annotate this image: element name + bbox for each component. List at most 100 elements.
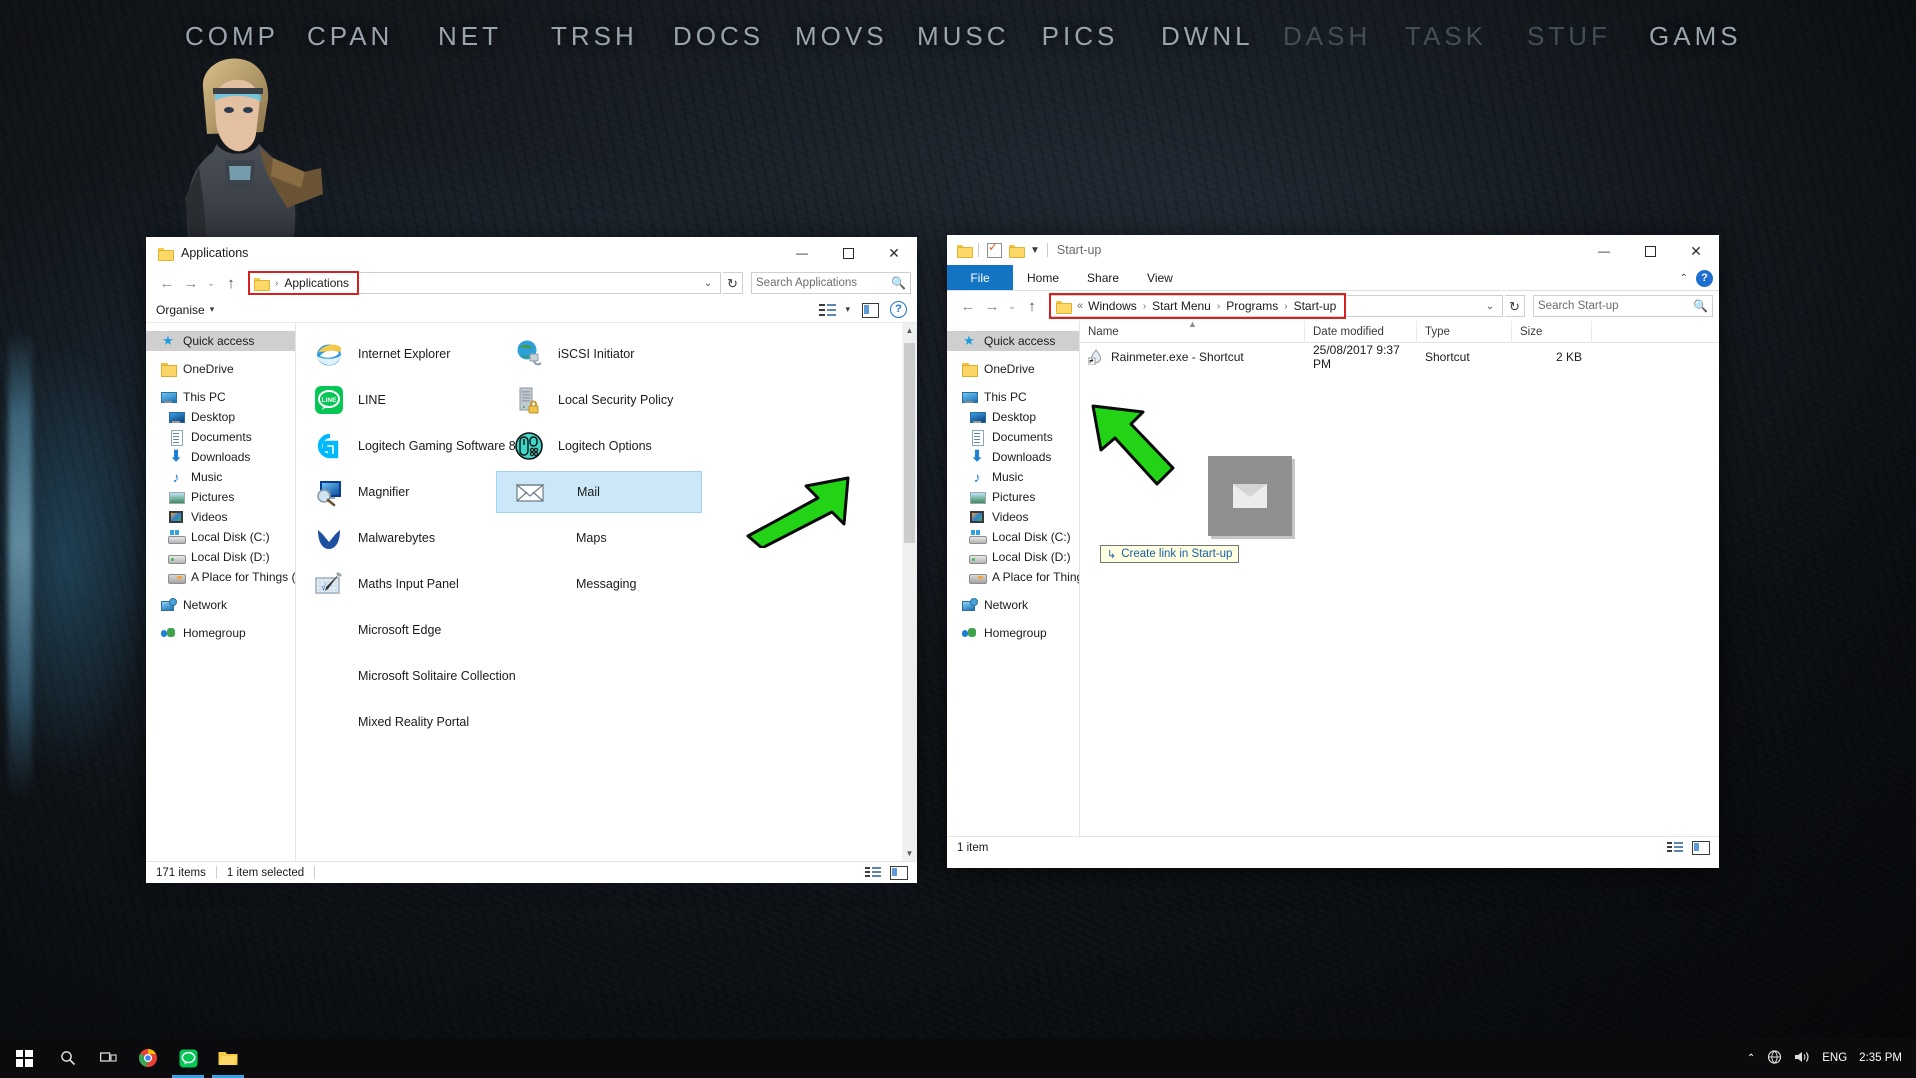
sidebar-item-pictures[interactable]: Pictures: [947, 487, 1079, 507]
app-item-messaging[interactable]: Messaging: [502, 565, 752, 603]
left-navigation-pane[interactable]: ★ Quick access OneDrive This PC Desktop …: [146, 323, 296, 861]
left-address-bar[interactable]: › Applications ⌄: [248, 271, 721, 295]
sidebar-item-network[interactable]: Network: [947, 595, 1079, 615]
right-search-box[interactable]: Search Start-up 🔍: [1533, 295, 1713, 317]
tab-file[interactable]: File: [947, 265, 1013, 290]
app-item-mail[interactable]: Mail: [496, 471, 702, 513]
ribbon-tab-bar[interactable]: File Home Share View ⌃ ?: [947, 265, 1719, 291]
breadcrumb-overflow-icon[interactable]: «: [1077, 300, 1083, 312]
table-row[interactable]: Rainmeter.exe - Shortcut 25/08/2017 9:37…: [1080, 343, 1719, 371]
refresh-button[interactable]: ↻: [1505, 295, 1525, 317]
column-header-date-modified[interactable]: Date modified: [1305, 321, 1417, 343]
right-navigation-pane[interactable]: ★ Quick access OneDrive This PC Desktop …: [947, 321, 1080, 836]
left-window-controls[interactable]: — ✕: [779, 237, 917, 269]
sidebar-item-downloads[interactable]: ⬇ Downloads: [146, 447, 295, 467]
left-window-titlebar[interactable]: Applications — ✕: [146, 237, 917, 269]
line-taskbar-button[interactable]: [168, 1038, 208, 1078]
forward-button[interactable]: →: [981, 295, 1003, 317]
language-indicator[interactable]: ENG: [1822, 1052, 1847, 1064]
right-address-row[interactable]: ← → ⌄ ↑ « Windows › Start Menu › Program…: [947, 291, 1719, 321]
sidebar-item-music[interactable]: ♪ Music: [947, 467, 1079, 487]
properties-icon[interactable]: [986, 240, 1002, 258]
organise-caret-icon[interactable]: ▾: [210, 304, 215, 315]
collapse-ribbon-icon[interactable]: ⌃: [1680, 273, 1688, 284]
chrome-taskbar-button[interactable]: [128, 1038, 168, 1078]
left-search-box[interactable]: Search Applications 🔍: [751, 272, 911, 294]
customize-caret-icon[interactable]: ▼: [1030, 245, 1040, 256]
help-button[interactable]: ?: [1696, 269, 1713, 287]
breadcrumb-startup[interactable]: Start-up: [1294, 299, 1337, 313]
app-item-microsoft-solitaire-collection[interactable]: Microsoft Solitaire Collection: [302, 657, 582, 695]
address-dropdown-icon[interactable]: ⌄: [1480, 301, 1500, 312]
tab-view[interactable]: View: [1133, 265, 1187, 290]
sidebar-item-videos[interactable]: Videos: [146, 507, 295, 527]
address-right-controls[interactable]: ⌄: [1480, 301, 1500, 312]
app-item-maps[interactable]: Maps: [502, 519, 752, 557]
sidebar-item-network[interactable]: Network: [146, 595, 295, 615]
address-right-controls[interactable]: ⌄: [698, 278, 718, 289]
app-item-iscsi-initiator[interactable]: iSCSI Initiator: [502, 335, 752, 373]
sidebar-item-local-disk-d[interactable]: Local Disk (D:): [146, 547, 295, 567]
sidebar-item-pictures[interactable]: Pictures: [146, 487, 295, 507]
file-list-header[interactable]: Name Date modified Type Size: [1080, 321, 1719, 343]
sidebar-item-homegroup[interactable]: Homegroup: [947, 623, 1079, 643]
preview-pane-icon[interactable]: [860, 302, 880, 318]
breadcrumb-start-menu[interactable]: Start Menu: [1152, 299, 1211, 313]
sidebar-item-onedrive[interactable]: OneDrive: [146, 359, 295, 379]
scrollbar-thumb[interactable]: [904, 343, 915, 543]
sidebar-item-this-pc[interactable]: This PC: [146, 387, 295, 407]
sidebar-item-documents[interactable]: Documents: [146, 427, 295, 447]
breadcrumb-programs[interactable]: Programs: [1226, 299, 1278, 313]
network-tray-icon[interactable]: [1767, 1049, 1782, 1067]
sidebar-item-local-disk-c[interactable]: Local Disk (C:): [947, 527, 1079, 547]
task-view-button[interactable]: [88, 1038, 128, 1078]
right-window-controls[interactable]: — ✕: [1581, 235, 1719, 267]
left-command-bar-right[interactable]: ▾ ?: [819, 301, 907, 318]
large-icons-view-button[interactable]: [1691, 840, 1710, 855]
search-button[interactable]: [48, 1038, 88, 1078]
sidebar-item-videos[interactable]: Videos: [947, 507, 1079, 527]
maximize-button[interactable]: [825, 237, 871, 269]
minimize-button[interactable]: —: [1581, 235, 1627, 267]
recent-locations-button[interactable]: ⌄: [204, 272, 218, 294]
sidebar-item-desktop[interactable]: Desktop: [146, 407, 295, 427]
right-window-titlebar[interactable]: ▼ Start-up — ✕: [947, 235, 1719, 265]
help-button[interactable]: ?: [890, 301, 907, 318]
up-button[interactable]: ↑: [1021, 295, 1043, 317]
ribbon-right-controls[interactable]: ⌃ ?: [1680, 265, 1713, 291]
app-item-local-security-policy[interactable]: Local Security Policy: [502, 381, 752, 419]
status-view-buttons[interactable]: [1667, 840, 1710, 855]
breadcrumb-windows[interactable]: Windows: [1088, 299, 1137, 313]
show-hidden-icons-button[interactable]: ⌃: [1747, 1053, 1755, 1064]
view-caret-icon[interactable]: ▾: [845, 304, 850, 315]
tab-share[interactable]: Share: [1073, 265, 1133, 290]
tab-home[interactable]: Home: [1013, 265, 1073, 290]
sidebar-item-onedrive[interactable]: OneDrive: [947, 359, 1079, 379]
sidebar-item-a-place-for-things[interactable]: A Place for Things (: [947, 567, 1079, 587]
minimize-button[interactable]: —: [779, 237, 825, 269]
left-address-row[interactable]: ← → ⌄ ↑ › Applications ⌄ ↻ Search Applic…: [146, 269, 917, 297]
sidebar-item-music[interactable]: ♪ Music: [146, 467, 295, 487]
sidebar-item-downloads[interactable]: ⬇ Downloads: [947, 447, 1079, 467]
address-dropdown-icon[interactable]: ⌄: [698, 278, 718, 289]
back-button[interactable]: ←: [957, 295, 979, 317]
sidebar-item-local-disk-d[interactable]: Local Disk (D:): [947, 547, 1079, 567]
close-button[interactable]: ✕: [1673, 235, 1719, 267]
right-address-bar[interactable]: « Windows › Start Menu › Programs › Star…: [1049, 293, 1503, 319]
scroll-up-button[interactable]: ▲: [902, 323, 917, 338]
column-header-type[interactable]: Type: [1417, 321, 1512, 343]
sidebar-item-this-pc[interactable]: This PC: [947, 387, 1079, 407]
new-folder-icon[interactable]: [1009, 244, 1025, 258]
sidebar-item-local-disk-c[interactable]: Local Disk (C:): [146, 527, 295, 547]
sidebar-item-a-place-for-things[interactable]: A Place for Things (: [146, 567, 295, 587]
large-icons-view-button[interactable]: [889, 865, 908, 880]
sidebar-item-homegroup[interactable]: Homegroup: [146, 623, 295, 643]
app-item-mixed-reality-portal[interactable]: Mixed Reality Portal: [302, 703, 552, 741]
system-tray[interactable]: ⌃ ENG 2:35 PM: [1747, 1049, 1916, 1067]
details-view-button[interactable]: [1667, 840, 1685, 855]
details-view-button[interactable]: [865, 865, 883, 880]
applications-explorer-window[interactable]: Applications — ✕ ← → ⌄ ↑ › Applications: [146, 237, 917, 883]
view-details-icon[interactable]: [819, 302, 839, 318]
volume-icon[interactable]: [1794, 1050, 1810, 1067]
sidebar-item-documents[interactable]: Documents: [947, 427, 1079, 447]
